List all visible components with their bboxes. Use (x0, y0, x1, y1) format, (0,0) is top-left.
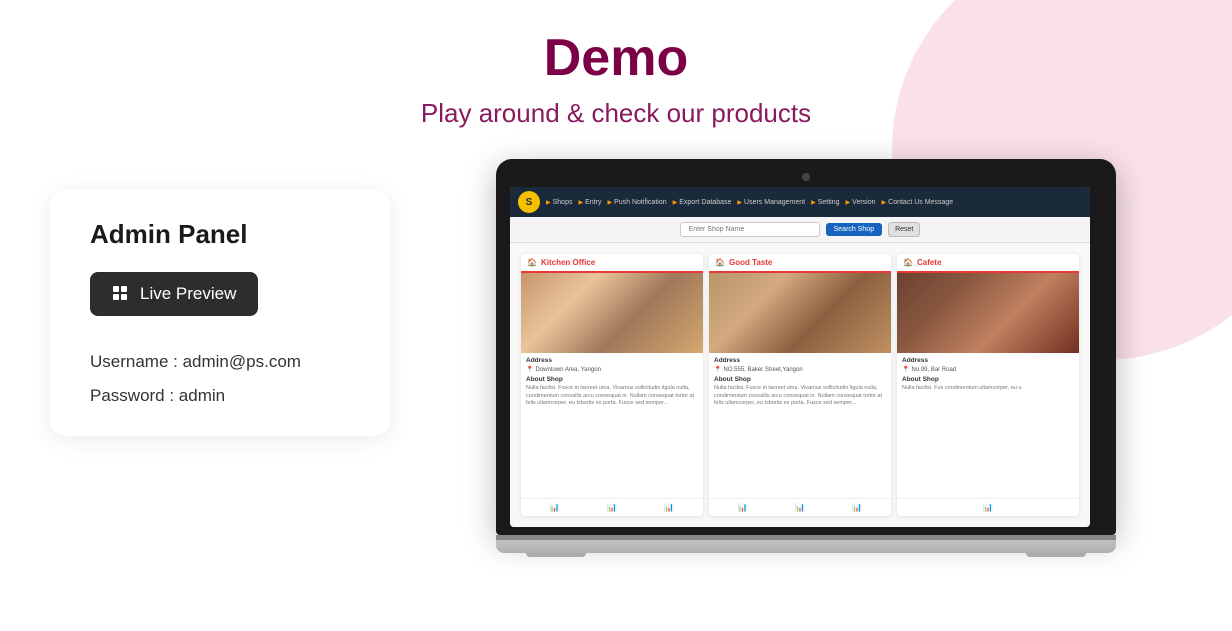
chart-icon-3: 📊 (664, 503, 674, 512)
arrow-icon: ▶ (546, 199, 551, 206)
right-panel: S ▶ Shops ▶ Entry (390, 159, 1192, 553)
nav-users-management[interactable]: ▶ Users Management (737, 199, 805, 206)
app-logo: S (518, 191, 540, 213)
pin-icon: 📍 (526, 366, 533, 373)
pin-icon-3: 📍 (902, 366, 909, 373)
card-body-2: Address 📍 NO.555, Baker Street,Yangon Ab… (709, 353, 891, 412)
main-content: Admin Panel Live Preview Username : admi… (0, 159, 1232, 553)
chart-icon-5: 📊 (795, 503, 805, 512)
search-bar: Search Shop Reset (510, 217, 1090, 243)
nav-push-notification[interactable]: ▶ Push Notification (607, 199, 666, 206)
arrow-icon: ▶ (811, 199, 816, 206)
address-label-1: Address (526, 357, 698, 364)
app-cards: 🏠 Kitchen Office Address 📍 Downtown (510, 243, 1090, 527)
username-line: Username : admin@ps.com (90, 352, 301, 372)
search-shop-button[interactable]: Search Shop (826, 223, 882, 236)
page-wrapper: Demo Play around & check our products Ad… (0, 0, 1232, 553)
card-cafete: 🏠 Cafete Address 📍 No.99, Bar Road (897, 254, 1079, 516)
card-body-1: Address 📍 Downtown Area, Yangon About Sh… (521, 353, 703, 412)
arrow-icon: ▶ (673, 199, 678, 206)
grid-icon (112, 285, 130, 303)
card-image-1 (521, 273, 703, 353)
chart-icon-1: 📊 (550, 503, 560, 512)
live-preview-label: Live Preview (140, 284, 236, 304)
about-label-3: About Shop (902, 376, 1074, 383)
arrow-icon: ▶ (846, 199, 851, 206)
about-text-3: Nulla facilisi. Fus condimentum ullamcor… (902, 385, 1074, 393)
card-header-3: 🏠 Cafete (897, 254, 1079, 273)
nav-setting[interactable]: ▶ Setting (811, 199, 839, 206)
chart-icon-7: 📊 (983, 503, 993, 512)
laptop: S ▶ Shops ▶ Entry (496, 159, 1116, 553)
card-footer-1: 📊 📊 📊 (521, 498, 703, 516)
arrow-icon: ▶ (607, 199, 612, 206)
card-footer-2: 📊 📊 📊 (709, 498, 891, 516)
nav-export-database[interactable]: ▶ Export Database (673, 199, 732, 206)
card-header-1: 🏠 Kitchen Office (521, 254, 703, 273)
laptop-base (496, 535, 1116, 553)
nav-shops[interactable]: ▶ Shops (546, 199, 572, 206)
reset-button[interactable]: Reset (888, 222, 920, 237)
laptop-foot-right (1026, 553, 1086, 557)
card-body-3: Address 📍 No.99, Bar Road About Shop Nul… (897, 353, 1079, 397)
laptop-hinge (496, 535, 1116, 540)
address-value-3: 📍 No.99, Bar Road (902, 366, 1074, 373)
card-title-2: Good Taste (729, 258, 772, 267)
credentials: Username : admin@ps.com Password : admin (90, 352, 301, 406)
address-value-1: 📍 Downtown Area, Yangon (526, 366, 698, 373)
app-navbar: S ▶ Shops ▶ Entry (510, 187, 1090, 217)
live-preview-button[interactable]: Live Preview (90, 272, 258, 316)
card-footer-3: 📊 (897, 498, 1079, 516)
home-icon-3: 🏠 (903, 258, 913, 267)
laptop-foot-left (526, 553, 586, 557)
about-label-2: About Shop (714, 376, 886, 383)
card-kitchen-office: 🏠 Kitchen Office Address 📍 Downtown (521, 254, 703, 516)
admin-panel-label: Admin Panel (90, 219, 247, 250)
password-line: Password : admin (90, 386, 301, 406)
pin-icon-2: 📍 (714, 366, 721, 373)
laptop-screen: S ▶ Shops ▶ Entry (510, 187, 1090, 527)
address-label-2: Address (714, 357, 886, 364)
chart-icon-6: 📊 (852, 503, 862, 512)
nav-version[interactable]: ▶ Version (846, 199, 876, 206)
nav-contact[interactable]: ▶ Contact Us Message (882, 199, 954, 206)
about-text-1: Nulla facilisi. Fusce in laoreet uma. Vi… (526, 385, 698, 408)
card-header-2: 🏠 Good Taste (709, 254, 891, 273)
about-text-2: Nulla facilisi. Fusce in laoreet uma. Vi… (714, 385, 886, 408)
card-image-2 (709, 273, 891, 353)
about-label-1: About Shop (526, 376, 698, 383)
home-icon: 🏠 (527, 258, 537, 267)
search-input[interactable] (680, 222, 820, 237)
chart-icon-2: 📊 (607, 503, 617, 512)
arrow-icon: ▶ (737, 199, 742, 206)
page-title: Demo (544, 28, 688, 88)
card-good-taste: 🏠 Good Taste Address 📍 NO.555, Baker (709, 254, 891, 516)
address-label-3: Address (902, 357, 1074, 364)
card-title-3: Cafete (917, 258, 941, 267)
card-image-3 (897, 273, 1079, 353)
arrow-icon: ▶ (578, 199, 583, 206)
address-value-2: 📍 NO.555, Baker Street,Yangon (714, 366, 886, 373)
card-title-1: Kitchen Office (541, 258, 595, 267)
home-icon-2: 🏠 (715, 258, 725, 267)
page-subtitle: Play around & check our products (421, 98, 811, 129)
left-panel: Admin Panel Live Preview Username : admi… (50, 189, 390, 436)
arrow-icon: ▶ (882, 199, 887, 206)
chart-icon-4: 📊 (738, 503, 748, 512)
laptop-camera (802, 173, 810, 181)
laptop-screen-outer: S ▶ Shops ▶ Entry (496, 159, 1116, 535)
nav-entry[interactable]: ▶ Entry (578, 199, 601, 206)
